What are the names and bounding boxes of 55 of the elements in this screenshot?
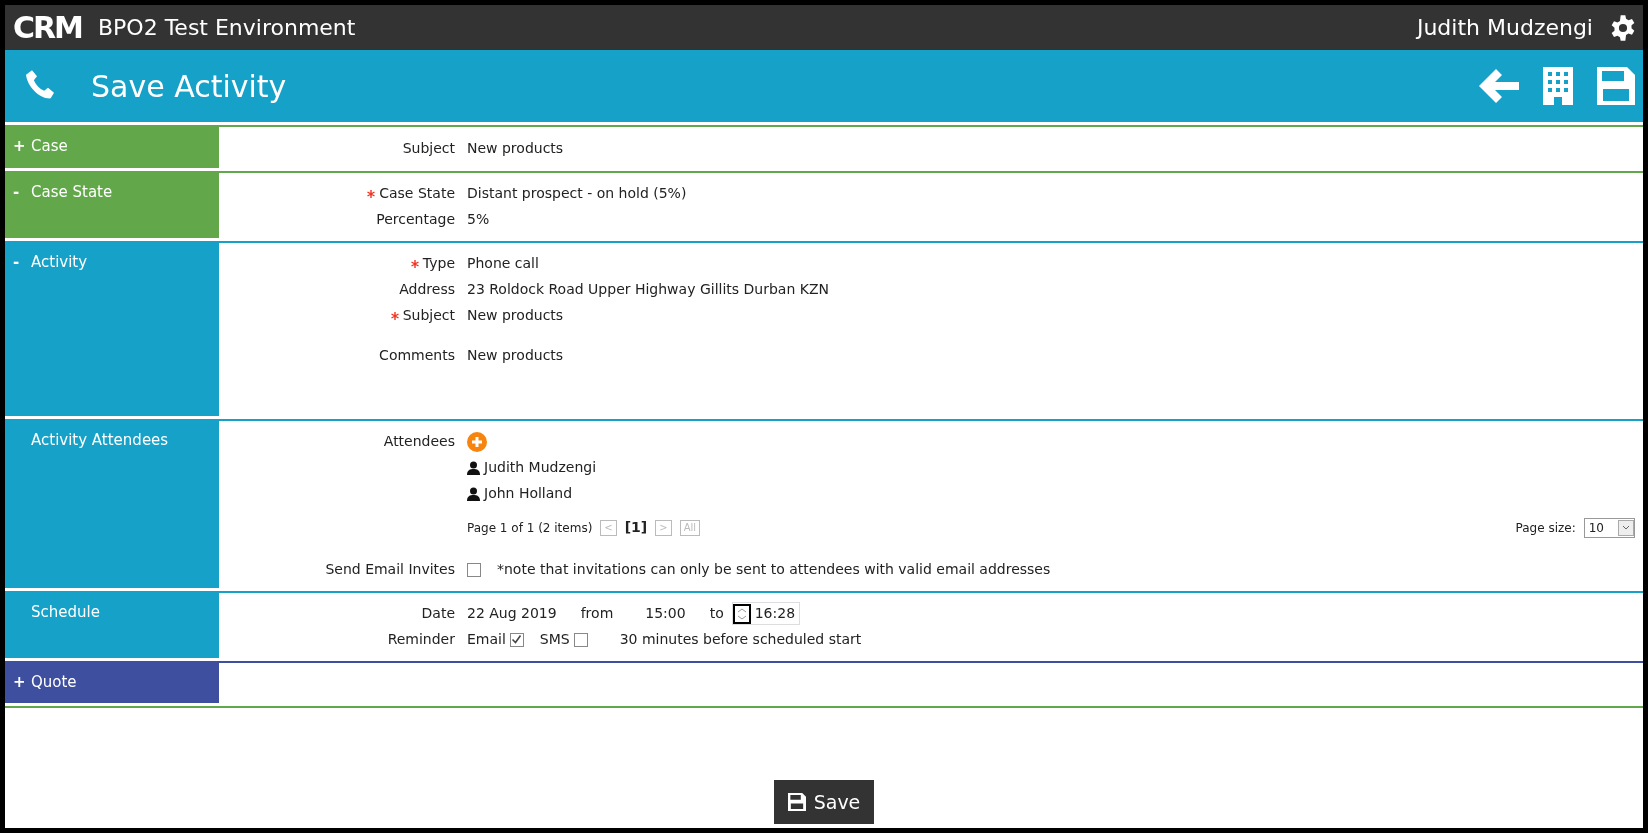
checkbox[interactable]	[509, 632, 524, 647]
field-value: 23 Roldock Road Upper Highway Gillits Durban KZN	[467, 280, 830, 299]
field-label: Subject	[402, 139, 455, 156]
page-title: Save Activity	[91, 67, 287, 106]
page-size-select[interactable]: 10	[1583, 517, 1635, 538]
option-label: SMS	[539, 630, 570, 649]
field-label: Reminder	[387, 631, 455, 647]
page-size-label: Page size:	[1515, 519, 1576, 537]
required-icon	[367, 190, 376, 198]
user-name[interactable]: Judith Mudzengi	[1416, 11, 1593, 44]
add-icon[interactable]	[467, 432, 487, 452]
attendee-name[interactable]: John Holland	[484, 483, 573, 504]
date-value[interactable]: 22 Aug 2019	[467, 603, 557, 624]
current-page[interactable]: [1]	[624, 517, 648, 538]
spinner-icon[interactable]	[732, 603, 751, 624]
field-label: Address	[399, 281, 455, 297]
option-label: Email	[467, 630, 506, 649]
field-label: Type	[410, 255, 455, 271]
field-label: Date	[421, 605, 455, 621]
checkbox[interactable]	[573, 632, 588, 647]
field-value: New products	[467, 306, 565, 325]
required-icon	[390, 312, 399, 320]
building-icon[interactable]	[1543, 67, 1573, 105]
dropdown-icon	[1618, 519, 1634, 536]
checkbox[interactable]	[467, 562, 481, 577]
section-header[interactable]: + Quote	[5, 660, 219, 706]
to-label: to	[709, 604, 724, 623]
end-time-field[interactable]: 16:28	[731, 602, 801, 625]
attendee-name[interactable]: Judith Mudzengi	[484, 457, 597, 478]
field-label: Percentage	[376, 211, 455, 227]
field-label: Subject	[390, 307, 455, 323]
field-label: Comments	[379, 346, 455, 363]
invite-note: *note that invitations can only be sent to attendees with valid email addresses	[497, 560, 1051, 579]
person-icon	[467, 486, 480, 501]
required-icon	[410, 260, 419, 268]
from-label: from	[580, 604, 614, 623]
back-arrow-icon[interactable]	[1479, 68, 1519, 104]
crm-logo: CRM	[13, 12, 82, 43]
comments-value: New products	[467, 345, 565, 365]
pager-summary: Page 1 of 1 (2 items)	[467, 519, 593, 537]
field-label: Attendees	[383, 433, 455, 449]
environment-name: BPO2 Test Environment	[98, 14, 356, 42]
save-icon	[787, 792, 806, 811]
field-value: Phone call	[467, 254, 540, 273]
person-icon	[467, 460, 480, 475]
field-value: New products	[467, 138, 565, 158]
field-label: Case State	[367, 185, 455, 201]
field-value: 5%	[467, 210, 491, 229]
save-button[interactable]: Save	[773, 779, 875, 824]
settings-icon[interactable]	[1609, 13, 1637, 42]
field-value: Distant prospect - on hold (5%)	[467, 184, 688, 203]
field-label: Send Email Invites	[325, 561, 455, 577]
save-icon[interactable]	[1597, 67, 1635, 105]
reminder-note: 30 minutes before scheduled start	[619, 630, 862, 649]
start-time[interactable]: 15:00	[637, 603, 686, 624]
